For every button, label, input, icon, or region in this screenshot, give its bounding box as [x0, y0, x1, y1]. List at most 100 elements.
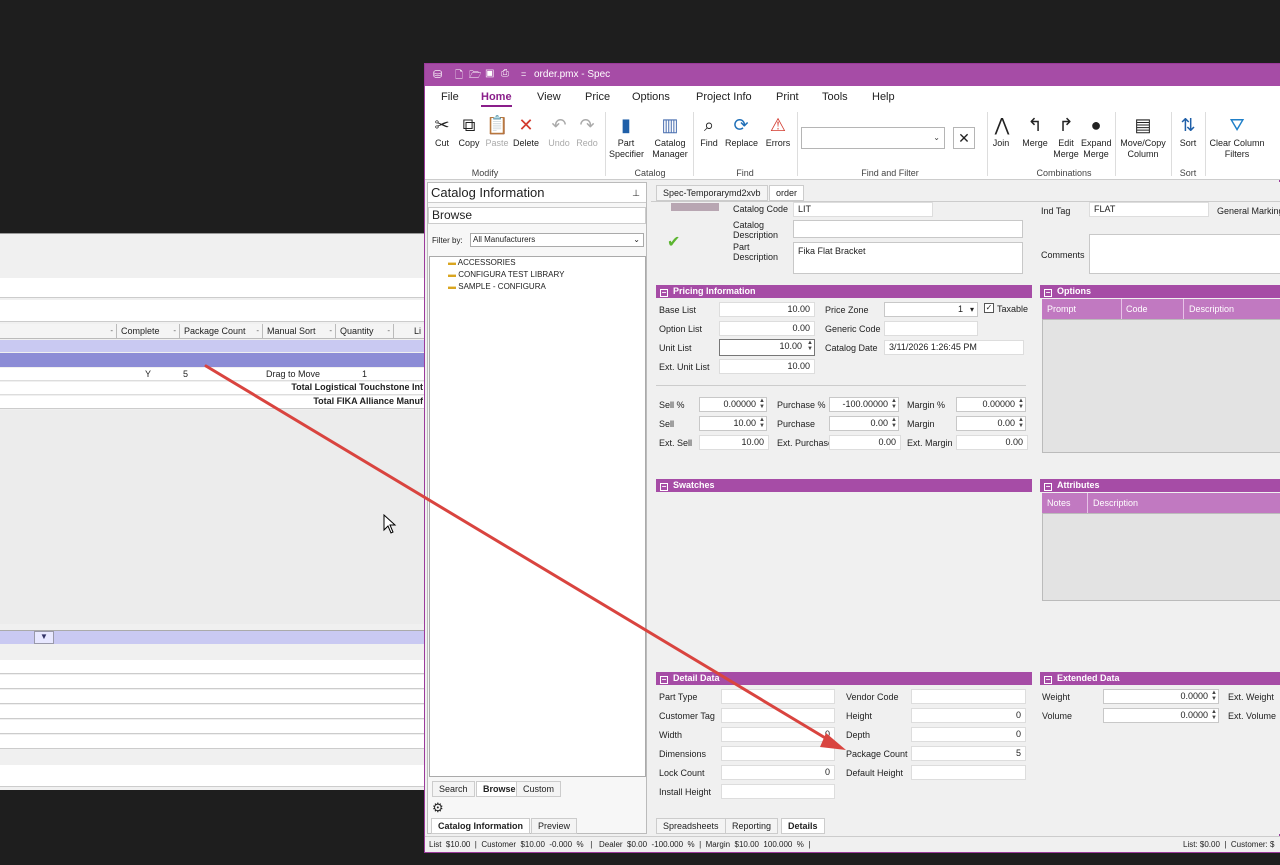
- catalog-description-field[interactable]: [793, 220, 1023, 238]
- menu-project-info[interactable]: Project Info: [696, 91, 752, 103]
- col-description[interactable]: Description: [1189, 299, 1234, 319]
- height-field[interactable]: 0: [911, 708, 1026, 723]
- bg-col-quantity[interactable]: Quantity -: [336, 324, 394, 338]
- pricing-section-header[interactable]: − Pricing Information: [656, 285, 1032, 298]
- gear-icon[interactable]: ⚙: [432, 800, 444, 816]
- menu-print[interactable]: Print: [776, 91, 799, 103]
- base-list-field[interactable]: 10.00: [719, 302, 815, 317]
- ext-unit-list-field[interactable]: 10.00: [719, 359, 815, 374]
- option-list-field[interactable]: 0.00: [719, 321, 815, 336]
- clear-column-filters-button[interactable]: ⛛ Clear Column Filters: [1209, 114, 1265, 160]
- dimensions-field[interactable]: [721, 746, 835, 761]
- swatches-section-header[interactable]: − Swatches: [656, 479, 1032, 492]
- detail-section-header[interactable]: − Detail Data: [656, 672, 1032, 685]
- tab-custom[interactable]: Custom: [516, 781, 562, 797]
- part-specifier-button[interactable]: ▮ Part Specifier: [609, 114, 644, 160]
- sell-spinner[interactable]: 10.00 ▲ ▼: [699, 416, 767, 431]
- menu-options[interactable]: Options: [632, 91, 670, 103]
- redo-button[interactable]: ↷ Redo: [575, 114, 599, 149]
- package-count-field[interactable]: 5: [911, 746, 1026, 761]
- unit-list-spinner[interactable]: 10.00 ▲ ▼: [719, 339, 815, 356]
- tab-spreadsheets[interactable]: Spreadsheets: [656, 818, 726, 834]
- merge-button[interactable]: ↰ Merge: [1021, 114, 1049, 149]
- find-button[interactable]: ⌕ Find: [697, 114, 721, 149]
- print-icon[interactable]: ⎙: [501, 68, 509, 79]
- margin-spinner[interactable]: 0.00 ▲ ▼: [956, 416, 1026, 431]
- weight-spinner[interactable]: 0.0000 ▲ ▼: [1103, 689, 1219, 704]
- find-filter-combobox[interactable]: ⌄: [801, 127, 945, 149]
- save-icon[interactable]: ▣: [485, 68, 494, 79]
- volume-spinner[interactable]: 0.0000 ▲ ▼: [1103, 708, 1219, 723]
- sell-pct-spinner[interactable]: 0.00000 ▲ ▼: [699, 397, 767, 412]
- install-height-field[interactable]: [721, 784, 835, 799]
- purchase-pct-spinner[interactable]: -100.00000 ▲ ▼: [829, 397, 899, 412]
- pin-icon[interactable]: ⊥: [632, 183, 640, 203]
- clear-find-button[interactable]: ✕: [953, 127, 975, 149]
- copy-button[interactable]: ⧉ Copy: [457, 114, 481, 149]
- col-prompt[interactable]: Prompt: [1047, 299, 1076, 319]
- open-folder-icon[interactable]: 🗁: [469, 68, 481, 85]
- ind-tag-field[interactable]: FLAT: [1089, 202, 1209, 217]
- lock-count-field[interactable]: 0: [721, 765, 835, 780]
- bg-col-manual-sort[interactable]: Manual Sort -: [263, 324, 336, 338]
- part-description-field[interactable]: Fika Flat Bracket: [793, 242, 1023, 274]
- tree-item-configura-test[interactable]: ▬ CONFIGURA TEST LIBRARY: [448, 270, 564, 279]
- errors-button[interactable]: ⚠ Errors: [765, 114, 791, 149]
- cut-button[interactable]: ✂ Cut: [431, 114, 453, 149]
- menu-help[interactable]: Help: [872, 91, 895, 103]
- comments-field[interactable]: [1089, 234, 1280, 274]
- tab-details[interactable]: Details: [781, 818, 825, 834]
- col-description[interactable]: Description: [1093, 493, 1138, 513]
- manufacturer-filter-select[interactable]: All Manufacturers ⌄: [470, 233, 644, 247]
- catalog-manager-button[interactable]: ▥ Catalog Manager: [651, 114, 689, 160]
- edit-merge-button[interactable]: ↱ Edit Merge: [1053, 114, 1079, 160]
- purchase-spinner[interactable]: 0.00 ▲ ▼: [829, 416, 899, 431]
- menu-view[interactable]: View: [537, 91, 561, 103]
- chevron-down-icon[interactable]: ▼: [34, 631, 54, 644]
- taxable-checkbox[interactable]: ✓: [984, 303, 994, 313]
- menu-home[interactable]: Home: [481, 91, 512, 107]
- delete-button[interactable]: ✕ Delete: [513, 114, 539, 149]
- tab-order[interactable]: order: [769, 185, 805, 201]
- vendor-code-field[interactable]: [911, 689, 1026, 704]
- tab-catalog-information[interactable]: Catalog Information: [431, 818, 530, 834]
- default-height-field[interactable]: [911, 765, 1026, 780]
- spinner-arrows-icon[interactable]: ▲ ▼: [807, 340, 813, 352]
- bg-col-list[interactable]: Li: [394, 324, 425, 338]
- options-section-header[interactable]: − Options: [1040, 285, 1280, 298]
- width-field[interactable]: 0: [721, 727, 835, 742]
- part-type-field[interactable]: [721, 689, 835, 704]
- col-notes[interactable]: Notes: [1047, 493, 1071, 513]
- move-copy-column-button[interactable]: ▤ Move/Copy Column: [1119, 114, 1167, 160]
- extended-section-header[interactable]: − Extended Data: [1040, 672, 1280, 685]
- new-file-icon[interactable]: 🗋: [455, 68, 463, 85]
- menu-price[interactable]: Price: [585, 91, 610, 103]
- tree-item-sample[interactable]: ▬ SAMPLE - CONFIGURA: [448, 282, 546, 291]
- menu-file[interactable]: File: [441, 91, 459, 103]
- bg-col-package-count[interactable]: Package Count -: [180, 324, 263, 338]
- margin-pct-spinner[interactable]: 0.00000 ▲ ▼: [956, 397, 1026, 412]
- join-button[interactable]: ⋀ Join: [991, 114, 1011, 149]
- tab-reporting[interactable]: Reporting: [725, 818, 779, 834]
- menu-tools[interactable]: Tools: [822, 91, 848, 103]
- col-code[interactable]: Code: [1126, 299, 1148, 319]
- sort-button[interactable]: ⇅ Sort: [1175, 114, 1201, 149]
- expand-merge-button[interactable]: ● Expand Merge: [1081, 114, 1112, 160]
- customer-tag-field[interactable]: [721, 708, 835, 723]
- replace-button[interactable]: ⟳ Replace: [725, 114, 758, 149]
- catalog-code-field[interactable]: LIT: [793, 202, 933, 217]
- price-zone-select[interactable]: 1 ▾: [884, 302, 978, 317]
- depth-field[interactable]: 0: [911, 727, 1026, 742]
- bg-col-prev[interactable]: -: [0, 324, 117, 338]
- quick-access-dropdown-icon[interactable]: =: [521, 69, 526, 79]
- paste-button[interactable]: 📋 Paste: [485, 114, 509, 149]
- tab-spec-temporary[interactable]: Spec-Temporarymd2xvb: [656, 185, 768, 201]
- bg-col-complete[interactable]: Complete -: [117, 324, 180, 338]
- tab-preview[interactable]: Preview: [531, 818, 578, 834]
- undo-button[interactable]: ↶ Undo: [547, 114, 571, 149]
- attributes-section-header[interactable]: − Attributes: [1040, 479, 1280, 492]
- tree-item-accessories[interactable]: ▬ ACCESSORIES: [448, 258, 516, 267]
- table-row[interactable]: Y 5 Drag to Move 1: [0, 368, 425, 381]
- tab-search[interactable]: Search: [432, 781, 475, 797]
- generic-code-field[interactable]: [884, 321, 978, 336]
